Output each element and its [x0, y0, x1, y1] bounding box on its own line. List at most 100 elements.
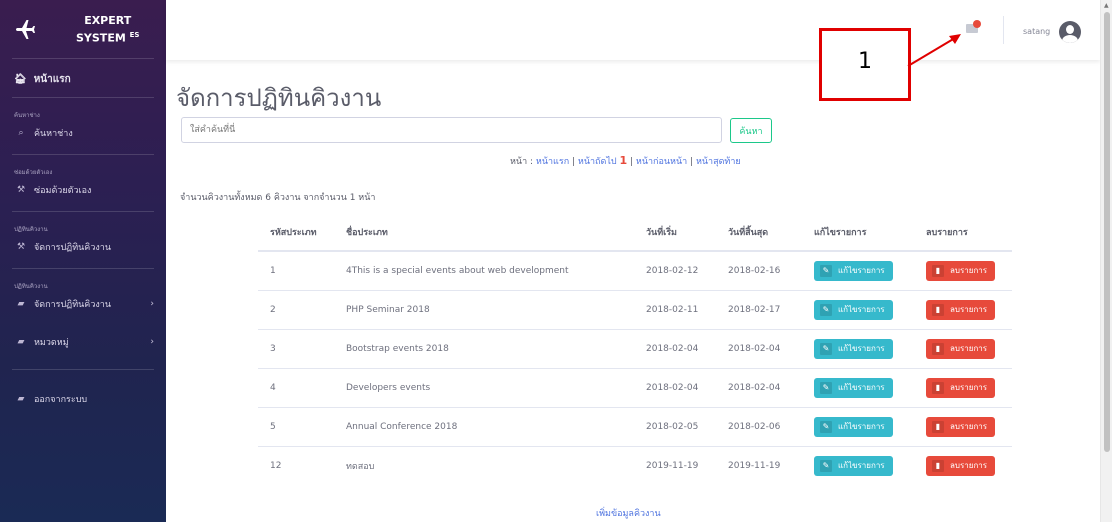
cell-edit: ✎ แก้ไขรายการ	[802, 289, 914, 329]
edit-button[interactable]: ✎ แก้ไขรายการ	[814, 455, 893, 476]
sidebar-divider	[12, 58, 154, 59]
edit-label: แก้ไขรายการ	[838, 383, 885, 392]
cell-end: 2018-02-17	[716, 289, 802, 329]
pager-last-link[interactable]: หน้าสุดท้าย	[696, 157, 741, 167]
sidebar-divider	[12, 369, 154, 370]
pager-first-link[interactable]: หน้าแรก	[536, 157, 569, 167]
edit-button[interactable]: ✎ แก้ไขรายการ	[814, 338, 893, 359]
table-row: 3 Bootstrap events 2018 2018-02-04 2018-…	[258, 328, 1012, 368]
delete-button[interactable]: ▮ ลบรายการ	[926, 416, 996, 437]
cell-end: 2018-02-04	[716, 328, 802, 368]
sidebar-item-logout[interactable]: ▰ ออกจากระบบ	[0, 386, 166, 412]
sidebar-item-self-repair[interactable]: ⚒ ซ่อมด้วยตัวเอง	[0, 177, 166, 203]
edit-button[interactable]: ✎ แก้ไขรายการ	[814, 260, 893, 281]
search-button[interactable]: ค้นหา	[730, 118, 772, 143]
cell-id: 1	[258, 250, 334, 290]
sidebar-heading: ปฏิทินคิวงาน	[14, 283, 48, 290]
delete-label: ลบรายการ	[950, 266, 988, 276]
sidebar-heading: ค้นหาช่าง	[14, 112, 40, 119]
cell-start: 2018-02-04	[634, 367, 716, 407]
annotation-number: 1	[858, 49, 872, 74]
delete-button[interactable]: ▮ ลบรายการ	[926, 299, 996, 320]
column-header: รหัสประเภท	[258, 213, 334, 252]
delete-button[interactable]: ▮ ลบรายการ	[926, 455, 996, 476]
cell-id: 3	[258, 328, 334, 368]
edit-label: แก้ไขรายการ	[838, 344, 885, 353]
cell-end: 2019-11-19	[716, 445, 802, 485]
cell-edit: ✎ แก้ไขรายการ	[802, 406, 914, 446]
folder-icon: ▰	[17, 337, 25, 347]
cell-delete: ▮ ลบรายการ	[914, 250, 1012, 290]
cell-edit: ✎ แก้ไขรายการ	[802, 367, 914, 407]
avatar-body	[1062, 35, 1078, 43]
avatar[interactable]	[1059, 21, 1081, 43]
delete-label: ลบรายการ	[950, 305, 988, 314]
pager-label: หน้า :	[510, 157, 534, 167]
cell-edit: ✎ แก้ไขรายการ	[802, 445, 914, 485]
pencil-icon: ✎	[820, 381, 832, 394]
cell-start: 2018-02-12	[634, 250, 716, 290]
annotation-arrow-icon	[907, 34, 961, 67]
delete-button[interactable]: ▮ ลบรายการ	[926, 338, 996, 359]
scroll-up-icon[interactable]: ▲	[1104, 2, 1109, 9]
sidebar-item-home[interactable]: 🏠︎ หน้าแรก	[0, 61, 166, 97]
cell-id: 2	[258, 289, 334, 329]
trash-icon: ▮	[932, 264, 944, 277]
search-input[interactable]	[181, 117, 722, 143]
table-row: 1 4This is a special events about web de…	[258, 250, 1012, 290]
edit-label: แก้ไขรายการ	[838, 266, 885, 276]
sidebar-item-find-technician[interactable]: ⌕ ค้นหาช่าง	[0, 120, 166, 146]
scrollbar-thumb[interactable]	[1104, 12, 1110, 452]
sidebar: EXPERT SYSTEM ES 🏠︎ หน้าแรก ค้นหาช่าง ⌕ …	[0, 0, 166, 522]
scrollbar[interactable]: ▲	[1100, 0, 1112, 522]
cell-name: ทดสอบ	[334, 445, 634, 485]
brand[interactable]: EXPERT SYSTEM ES	[0, 0, 166, 58]
brand-name: EXPERT SYSTEM ES	[76, 13, 139, 46]
cell-start: 2018-02-04	[634, 328, 716, 368]
cell-end: 2018-02-06	[716, 406, 802, 446]
delete-label: ลบรายการ	[950, 383, 988, 392]
sidebar-item-manage-queue[interactable]: ⚒ จัดการปฏิทินคิวงาน	[0, 234, 166, 260]
cell-id: 12	[258, 445, 334, 485]
sidebar-item-label: หมวดหมู่	[34, 338, 69, 348]
queue-table: รหัสประเภท ชื่อประเภท วันที่เริ่ม วันที่…	[258, 213, 1012, 485]
edit-button[interactable]: ✎ แก้ไขรายการ	[814, 377, 893, 398]
cell-edit: ✎ แก้ไขรายการ	[802, 250, 914, 290]
sidebar-item-label: ออกจากระบบ	[34, 395, 88, 405]
airplane-icon	[16, 20, 35, 39]
sidebar-item-label: ซ่อมด้วยตัวเอง	[34, 186, 92, 196]
pencil-icon: ✎	[820, 264, 832, 277]
add-queue-link[interactable]: เพิ่มข้อมูลคิวงาน	[596, 506, 661, 520]
delete-button[interactable]: ▮ ลบรายการ	[926, 377, 996, 398]
pager-next-link[interactable]: หน้าถัดไป	[578, 157, 617, 167]
delete-label: ลบรายการ	[950, 344, 988, 353]
pagination: หน้า : หน้าแรก | หน้าถัดไป 1 | หน้าก่อนห…	[510, 154, 741, 167]
cell-delete: ▮ ลบรายการ	[914, 367, 1012, 407]
sidebar-item-category[interactable]: ▰ หมวดหมู่ ›	[0, 329, 166, 355]
table-header-row: รหัสประเภท ชื่อประเภท วันที่เริ่ม วันที่…	[258, 213, 1012, 252]
cell-name: Bootstrap events 2018	[334, 328, 634, 368]
folder-icon: ▰	[17, 299, 25, 309]
pager-prev-link[interactable]: หน้าก่อนหน้า	[636, 157, 687, 167]
username[interactable]: satang	[1023, 27, 1050, 36]
cell-name: PHP Seminar 2018	[334, 289, 634, 329]
column-header: วันที่สิ้นสุด	[716, 213, 802, 252]
edit-button[interactable]: ✎ แก้ไขรายการ	[814, 416, 893, 437]
trash-icon: ▮	[932, 342, 944, 355]
cell-edit: ✎ แก้ไขรายการ	[802, 328, 914, 368]
cell-end: 2018-02-04	[716, 367, 802, 407]
brand-line1: EXPERT	[84, 13, 132, 27]
trash-icon: ▮	[932, 303, 944, 316]
edit-button[interactable]: ✎ แก้ไขรายการ	[814, 299, 893, 320]
pencil-icon: ✎	[820, 342, 832, 355]
cell-delete: ▮ ลบรายการ	[914, 328, 1012, 368]
page-title: จัดการปฏิทินคิวงาน	[176, 84, 382, 112]
sidebar-item-manage-queue-menu[interactable]: ▰ จัดการปฏิทินคิวงาน ›	[0, 291, 166, 317]
brand-line2: SYSTEM ES	[76, 28, 139, 46]
column-header: แก้ไขรายการ	[802, 213, 914, 252]
wrench-icon: ⚒	[16, 242, 26, 252]
column-header: วันที่เริ่ม	[634, 213, 716, 252]
cell-delete: ▮ ลบรายการ	[914, 406, 1012, 446]
trash-icon: ▮	[932, 381, 944, 394]
delete-button[interactable]: ▮ ลบรายการ	[926, 260, 996, 281]
